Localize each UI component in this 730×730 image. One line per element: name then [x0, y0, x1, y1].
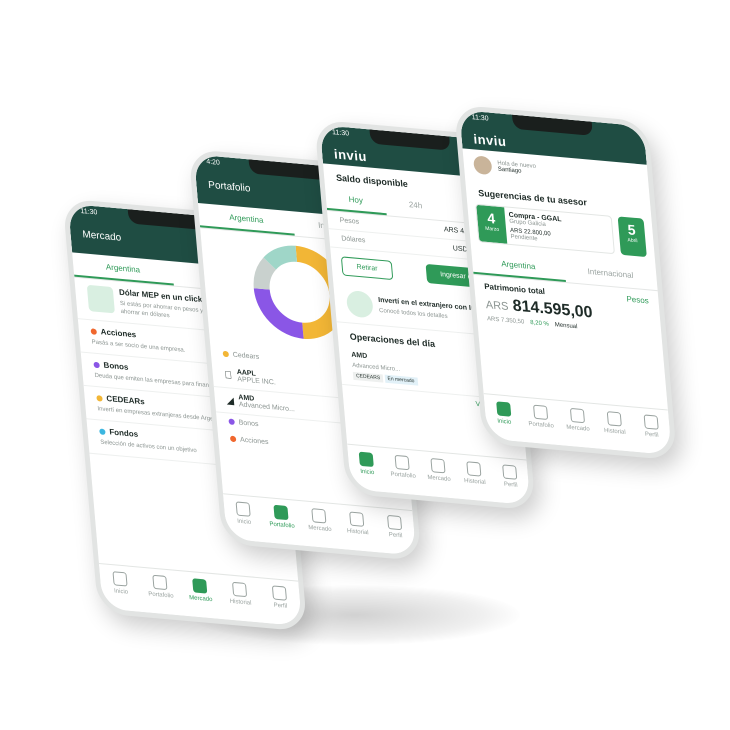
bonos-label: Bonos [238, 419, 259, 429]
nav-mercado[interactable]: Mercado [557, 401, 598, 449]
cedears-label: Cedears [232, 351, 260, 361]
nav-perfil[interactable]: Perfil [375, 508, 417, 556]
avatar[interactable] [472, 155, 493, 176]
bars-icon [192, 578, 208, 594]
nav-portafolio[interactable]: Portafolio [139, 567, 183, 615]
status-time: 4:20 [206, 158, 221, 167]
tag-en-mercado: En mercado [384, 374, 418, 386]
bars-icon [430, 458, 446, 474]
bars-icon [569, 407, 585, 424]
inviu-logo: inviu [472, 131, 507, 150]
history-icon [466, 461, 482, 477]
status-time: 11:30 [471, 114, 489, 123]
home-icon [495, 401, 511, 417]
home-icon [112, 571, 128, 587]
promo-illustration-icon [86, 284, 115, 314]
period-select[interactable]: Mensual [555, 322, 578, 330]
patrimonio-value: 814.595,00 [511, 297, 594, 322]
bullet-icon [90, 328, 98, 335]
patrimonio-label: Patrimonio total [483, 281, 546, 297]
donut-slice [253, 288, 304, 339]
bullet-icon [228, 418, 235, 426]
bullet-icon [222, 350, 230, 358]
nav-historial[interactable]: Historial [219, 575, 263, 623]
nav-historial[interactable]: Historial [455, 454, 495, 502]
pesos-label: Pesos [339, 217, 360, 226]
bars-icon [311, 508, 327, 524]
suggestion-card[interactable]: 5 Abril [617, 216, 647, 258]
currency-select[interactable]: Pesos [626, 294, 649, 305]
profile-icon [271, 585, 288, 601]
bottom-nav: Inicio Portafolio Mercado Historial Perf… [347, 443, 531, 506]
nav-mercado[interactable]: Mercado [419, 451, 459, 499]
bullet-icon [99, 428, 106, 436]
nav-perfil[interactable]: Perfil [491, 457, 531, 505]
profile-icon [502, 464, 518, 480]
page-title: Mercado [81, 229, 122, 244]
pie-icon [273, 504, 289, 521]
patrimonio-currency: ARS [485, 298, 509, 314]
nav-inicio[interactable]: Inicio [99, 564, 143, 612]
nav-historial[interactable]: Historial [594, 404, 635, 452]
bottom-nav: Inicio Portafolio Mercado Historial Perf… [483, 393, 672, 456]
home-icon [358, 451, 374, 468]
profile-icon [386, 514, 403, 531]
history-icon [349, 511, 365, 527]
history-icon [231, 581, 248, 598]
status-time: 11:30 [80, 207, 98, 217]
pie-icon [152, 574, 168, 591]
change-pct: 8,20 % [530, 320, 550, 328]
nav-perfil[interactable]: Perfil [631, 407, 672, 455]
inviu-logo: inviu [333, 146, 368, 165]
nav-inicio[interactable]: Inicio [484, 394, 525, 442]
bullet-icon [96, 395, 103, 402]
suggestion-card[interactable]: 4 Marzo Compra - GGAL Grupo Galicia ARS … [475, 203, 615, 255]
nav-perfil[interactable]: Perfil [258, 578, 302, 626]
donut-slice [253, 257, 277, 291]
bullet-icon [93, 361, 100, 369]
apple-icon:  [224, 369, 232, 381]
pie-icon [394, 454, 410, 471]
bullet-icon [229, 435, 237, 443]
nav-portafolio[interactable]: Portafolio [261, 498, 303, 546]
tag-cedears: CEDEARS [352, 371, 384, 383]
retirar-button[interactable]: Retirar [340, 256, 394, 281]
dolares-label: Dólares [341, 235, 366, 245]
phone-inicio: 11:30 inviu Hola de nuevo Santiago Suger… [453, 104, 678, 461]
profile-icon [643, 414, 659, 430]
change-value: ARS 7.350,50 [486, 316, 525, 326]
donut-slice [263, 245, 298, 270]
nav-mercado[interactable]: Mercado [179, 571, 223, 619]
acciones-label: Acciones [239, 436, 269, 447]
nav-inicio[interactable]: Inicio [223, 494, 265, 542]
home-icon [235, 501, 251, 517]
nav-mercado[interactable]: Mercado [299, 501, 341, 549]
page-title: Portafolio [207, 179, 251, 195]
amd-icon: ◢ [226, 394, 235, 406]
history-icon [606, 411, 622, 427]
nav-portafolio[interactable]: Portafolio [521, 397, 562, 445]
promo-illustration-icon [345, 289, 374, 319]
status-time: 11:30 [331, 129, 350, 138]
nav-historial[interactable]: Historial [337, 504, 379, 552]
bottom-nav: Inicio Portafolio Mercado Historial Perf… [98, 562, 303, 627]
nav-inicio[interactable]: Inicio [347, 445, 387, 493]
nav-portafolio[interactable]: Portafolio [383, 448, 423, 496]
pie-icon [532, 404, 548, 420]
card-month: Marzo [485, 225, 500, 233]
